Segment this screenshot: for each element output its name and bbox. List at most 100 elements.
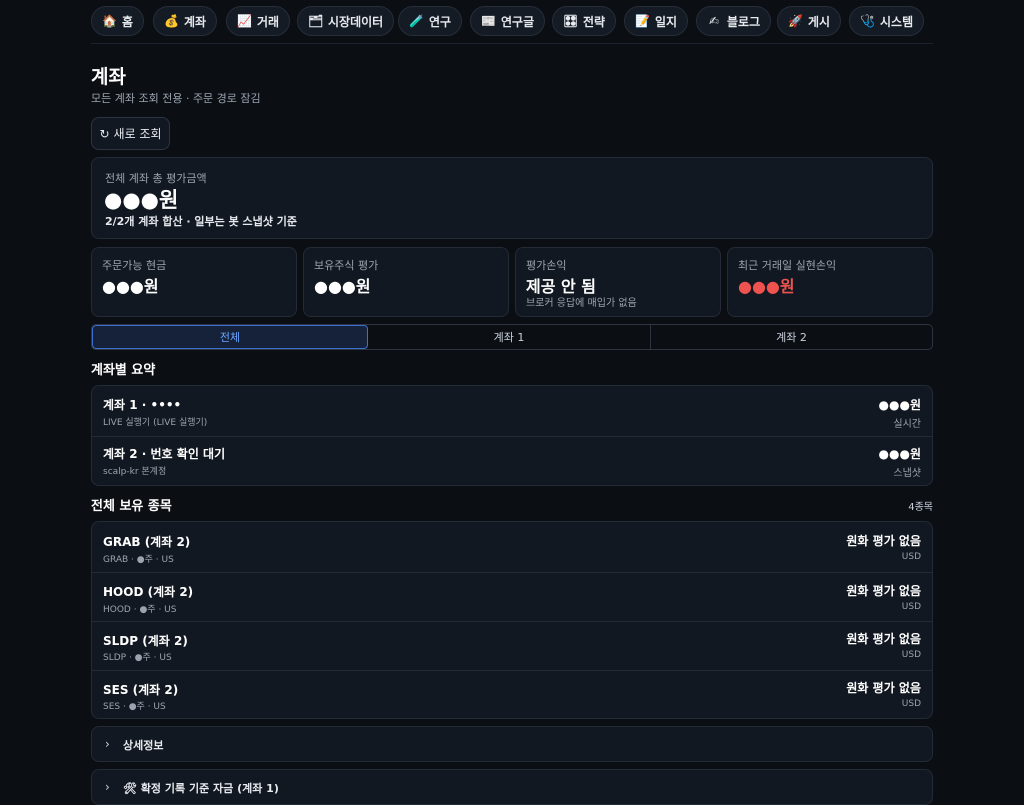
stat-label: 최근 거래일 실현손익: [738, 259, 837, 272]
tab-account-1[interactable]: 계좌 1: [368, 325, 650, 349]
nav-item-label: 일지: [655, 14, 678, 29]
table-row[interactable]: GRAB (계좌 2) GRAB · ●주 · US 원화 평가 없음 USD: [92, 522, 932, 572]
holding-meta: SES · ●주 · US: [103, 702, 166, 712]
total-value-card: 전체 계좌 총 평가금액 ●●●원 2/2개 계좌 합산 · 일부는 봇 스냅샷…: [91, 157, 933, 239]
money-bag-icon: 💰: [164, 14, 179, 28]
page-subtitle: 모든 계좌 조회 전용 · 주문 경로 잠김: [91, 92, 261, 105]
nav-item-label: 거래: [257, 14, 280, 29]
account-meta: scalp-kr 본계정: [103, 467, 167, 477]
test-tube-icon: 🧪: [409, 14, 424, 28]
stat-card-holdings: 보유주식 평가 ●●●원: [303, 247, 509, 317]
table-row[interactable]: HOOD (계좌 2) HOOD · ●주 · US 원화 평가 없음 USD: [92, 572, 932, 621]
nav-item-label: 홈: [122, 14, 134, 29]
holding-value: 원화 평가 없음: [846, 681, 921, 695]
nav-item-label: 블로그: [727, 14, 761, 29]
holding-value: 원화 평가 없음: [846, 534, 921, 548]
stat-label: 주문가능 현금: [102, 259, 167, 272]
table-row[interactable]: SLDP (계좌 2) SLDP · ●주 · US 원화 평가 없음 USD: [92, 621, 932, 670]
account-meta: LIVE 실행기 (LIVE 실행기): [103, 418, 208, 428]
account-name: 계좌 1 · ••••: [103, 398, 182, 412]
nav-item-account[interactable]: 💰 계좌: [153, 6, 218, 36]
summary-list: 계좌 1 · •••• LIVE 실행기 (LIVE 실행기) ●●●원 실시간…: [91, 385, 933, 486]
nav-item-label: 시장데이터: [328, 14, 384, 29]
summary-section-title: 계좌별 요약: [91, 363, 156, 378]
account-tabs: 전체 계좌 1 계좌 2: [91, 324, 933, 350]
stat-sub: 브로커 응답에 매입가 없음: [526, 298, 637, 309]
nav-item-research-posts[interactable]: 📰 연구글: [470, 6, 546, 36]
newspaper-icon: 📰: [481, 14, 496, 28]
details-collapse[interactable]: › 상세정보: [91, 726, 933, 762]
holdings-count: 4종목: [908, 502, 933, 513]
stat-card-realized-pnl: 최근 거래일 실현손익 ●●●원: [727, 247, 933, 317]
nav-item-home[interactable]: 🏠 홈: [91, 6, 145, 36]
stat-card-cash: 주문가능 현금 ●●●원: [91, 247, 297, 317]
holding-name: SLDP (계좌 2): [103, 634, 188, 648]
details-label: 상세정보: [123, 739, 164, 752]
holding-value: 원화 평가 없음: [846, 632, 921, 646]
holding-name: GRAB (계좌 2): [103, 535, 191, 549]
refresh-icon: ↻: [99, 126, 110, 141]
holding-name: SES (계좌 2): [103, 683, 179, 697]
stat-value: ●●●원: [102, 277, 159, 296]
stat-value: ●●●원: [314, 277, 371, 296]
top-nav: 🏠 홈 💰 계좌 📈 거래 🗂 시장데이터 🧪 연구 📰 연구글 🎛 전략 �: [91, 0, 933, 44]
writing-hand-icon: ✍: [708, 14, 720, 28]
holding-meta: SLDP · ●주 · US: [103, 653, 172, 663]
home-icon: 🏠: [102, 14, 117, 28]
stat-label: 평가손익: [526, 259, 567, 272]
holding-meta: HOOD · ●주 · US: [103, 605, 177, 615]
nav-item-trading[interactable]: 📈 거래: [226, 6, 291, 36]
account-status: 실시간: [893, 419, 921, 430]
stat-card-unrealized-pnl: 평가손익 제공 안 됨 브로커 응답에 매입가 없음: [515, 247, 721, 317]
holding-meta: GRAB · ●주 · US: [103, 555, 174, 565]
nav-item-label: 전략: [583, 14, 606, 29]
holding-currency: USD: [901, 552, 921, 562]
list-item[interactable]: 계좌 1 · •••• LIVE 실행기 (LIVE 실행기) ●●●원 실시간: [92, 386, 932, 436]
rocket-icon: 🚀: [788, 14, 803, 28]
stethoscope-icon: 🩺: [860, 14, 875, 28]
holding-currency: USD: [901, 602, 921, 612]
nav-item-label: 연구: [429, 14, 452, 29]
stat-value: ●●●원: [738, 277, 795, 296]
account-value: ●●●원: [878, 447, 921, 461]
stat-label: 보유주식 평가: [314, 259, 379, 272]
holding-currency: USD: [901, 650, 921, 660]
nav-item-market-data[interactable]: 🗂 시장데이터: [297, 6, 395, 36]
nav-item-strategy[interactable]: 🎛 전략: [552, 6, 617, 36]
control-knobs-icon: 🎛: [563, 14, 579, 28]
tab-account-2[interactable]: 계좌 2: [650, 325, 932, 349]
refresh-label: 새로 조회: [113, 127, 162, 141]
holdings-section-title: 전체 보유 종목: [91, 499, 172, 514]
nav-item-research[interactable]: 🧪 연구: [398, 6, 463, 36]
folder-icon: 🗂: [308, 14, 324, 28]
nav-item-label: 계좌: [184, 14, 207, 29]
nav-item-blog[interactable]: ✍ 블로그: [696, 6, 772, 36]
refresh-button[interactable]: ↻ 새로 조회: [91, 117, 170, 150]
holding-value: 원화 평가 없음: [846, 584, 921, 598]
holding-name: HOOD (계좌 2): [103, 585, 194, 599]
list-item[interactable]: 계좌 2 · 번호 확인 대기 scalp-kr 본계정 ●●●원 스냅샷: [92, 436, 932, 485]
memo-icon: 📝: [635, 14, 650, 28]
chart-up-icon: 📈: [237, 14, 252, 28]
nav-item-system[interactable]: 🩺 시스템: [849, 6, 925, 36]
account-status: 스냅샷: [893, 468, 921, 479]
page-title: 계좌: [91, 66, 126, 88]
confirmed-funds-label: 🛠 확정 기록 기준 자금 (계좌 1): [123, 780, 279, 796]
chevron-right-icon: ›: [105, 780, 110, 794]
account-value: ●●●원: [878, 398, 921, 412]
tab-all[interactable]: 전체: [92, 325, 368, 349]
nav-item-publish[interactable]: 🚀 게시: [777, 6, 842, 36]
nav-item-journal[interactable]: 📝 일지: [624, 6, 689, 36]
total-value-note: 2/2개 계좌 합산 · 일부는 봇 스냅샷 기준: [105, 215, 297, 228]
tools-icon: 🛠: [123, 782, 137, 795]
total-value: ●●●원: [104, 188, 179, 212]
holding-currency: USD: [901, 699, 921, 709]
chevron-right-icon: ›: [105, 737, 110, 751]
confirmed-funds-text: 확정 기록 기준 자금 (계좌 1): [140, 782, 279, 795]
nav-item-label: 게시: [808, 14, 831, 29]
holdings-list: GRAB (계좌 2) GRAB · ●주 · US 원화 평가 없음 USD …: [91, 521, 933, 719]
table-row[interactable]: SES (계좌 2) SES · ●주 · US 원화 평가 없음 USD: [92, 670, 932, 718]
nav-item-label: 시스템: [880, 14, 914, 29]
nav-item-label: 연구글: [501, 14, 535, 29]
account-name: 계좌 2 · 번호 확인 대기: [103, 447, 226, 461]
